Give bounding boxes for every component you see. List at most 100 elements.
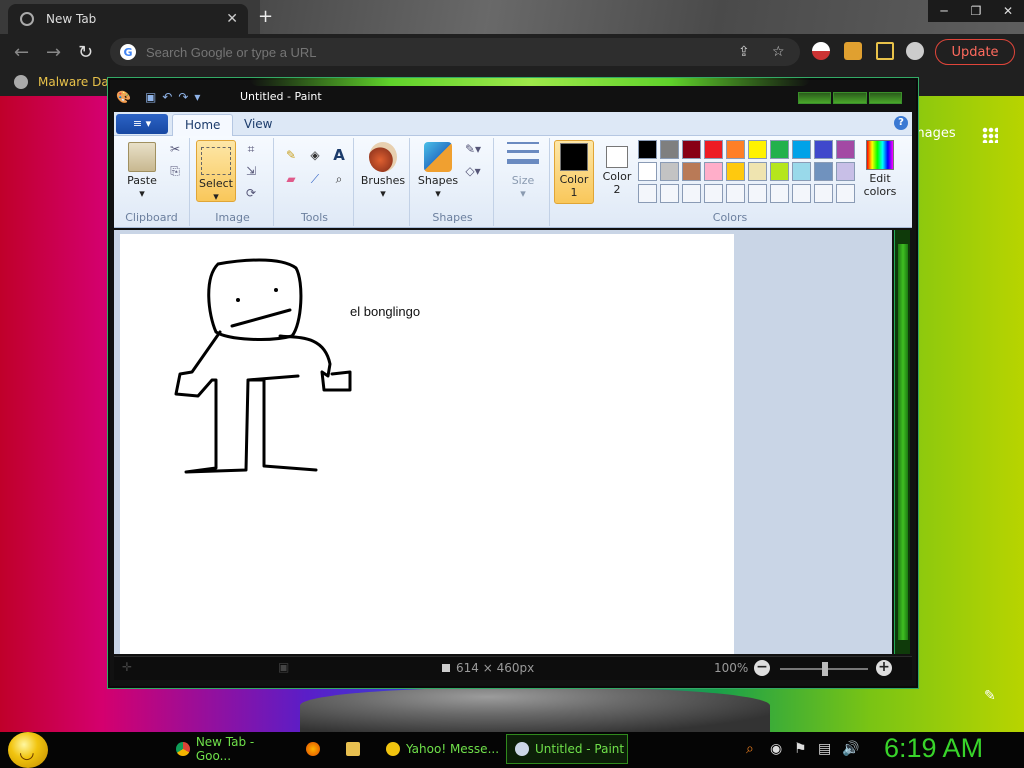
task-paint[interactable]: Untitled - Paint (506, 734, 628, 764)
paste-button[interactable]: Paste ▾ (122, 142, 162, 200)
paint-maximize-button[interactable] (833, 92, 867, 104)
palette-swatch[interactable] (660, 162, 679, 181)
apps-grid-icon[interactable] (982, 127, 998, 143)
start-button[interactable] (8, 732, 48, 768)
side-panel-icon[interactable] (876, 42, 894, 60)
fill-icon[interactable]: ◈ (306, 148, 324, 164)
taskbar-clock[interactable]: 6:19 AM (884, 733, 983, 764)
close-tab-icon[interactable]: ✕ (226, 11, 238, 27)
network-icon[interactable]: ▤ (818, 741, 831, 757)
action-center-flag-icon[interactable]: ⚑ (794, 741, 807, 757)
select-button[interactable]: Select ▾ (196, 140, 236, 203)
custom-palette-slot[interactable] (726, 184, 745, 203)
restore-icon[interactable]: ❐ (960, 0, 992, 22)
color-picker-icon[interactable]: ⟋ (306, 172, 324, 188)
custom-palette-slot[interactable] (770, 184, 789, 203)
forward-arrow-icon[interactable]: → (46, 42, 61, 63)
crop-icon[interactable]: ⌗ (242, 142, 260, 158)
drawing-canvas[interactable]: el bonglingo (120, 234, 734, 654)
palette-swatch[interactable] (704, 162, 723, 181)
color1-button[interactable]: Color 1 (554, 140, 594, 204)
palette-swatch[interactable] (836, 140, 855, 159)
palette-swatch[interactable] (682, 140, 701, 159)
palette-swatch[interactable] (638, 140, 657, 159)
paint-close-button[interactable] (868, 92, 902, 104)
new-tab-button[interactable]: + (258, 6, 273, 27)
copy-icon[interactable]: ⎘ (166, 164, 184, 180)
size-button[interactable]: Size ▾ (500, 142, 546, 200)
images-link[interactable]: mages (912, 126, 956, 141)
back-arrow-icon[interactable]: ← (14, 42, 29, 63)
shape-fill-icon[interactable]: ◇▾ (464, 164, 482, 180)
edit-colors-button[interactable]: Edit colors (858, 140, 902, 198)
palette-swatch[interactable] (836, 162, 855, 181)
palette-swatch[interactable] (748, 140, 767, 159)
custom-palette-slot[interactable] (748, 184, 767, 203)
rotate-icon[interactable]: ⟳ (242, 186, 260, 202)
custom-palette-slot[interactable] (792, 184, 811, 203)
minimize-icon[interactable]: ─ (928, 0, 960, 22)
omnibox[interactable]: G ⇪ ☆ (110, 38, 800, 66)
palette-swatch[interactable] (638, 162, 657, 181)
zoom-in-button[interactable]: + (876, 660, 892, 676)
palette-swatch[interactable] (726, 140, 745, 159)
paint-minimize-button[interactable] (798, 92, 832, 104)
bookmark-star-icon[interactable]: ☆ (772, 44, 785, 60)
cut-icon[interactable]: ✂ (166, 142, 184, 158)
bookmark-malware[interactable]: Malware Dat (14, 75, 113, 89)
help-icon[interactable]: ? (894, 116, 908, 130)
scrollbar-thumb[interactable] (898, 244, 908, 640)
profile-avatar-icon[interactable] (906, 42, 924, 60)
quick-access-dropdown-icon[interactable]: ▾ (194, 90, 200, 104)
file-menu-button[interactable]: ≡ ▾ (116, 114, 168, 134)
task-explorer[interactable] (338, 734, 372, 764)
palette-swatch[interactable] (770, 162, 789, 181)
color2-button[interactable]: Color 2 (598, 140, 636, 204)
palette-swatch[interactable] (770, 140, 789, 159)
custom-palette-slot[interactable] (660, 184, 679, 203)
palette-swatch[interactable] (704, 140, 723, 159)
volume-icon[interactable]: 🔊 (842, 741, 859, 757)
search-icon[interactable]: ⌕ (746, 741, 754, 757)
palette-swatch[interactable] (792, 162, 811, 181)
text-icon[interactable]: A (330, 146, 348, 164)
tab-view[interactable]: View (232, 114, 284, 136)
pencil-icon[interactable]: ✎ (282, 148, 300, 164)
close-window-icon[interactable]: ✕ (992, 0, 1024, 22)
save-icon[interactable]: ▣ (145, 90, 156, 104)
palette-swatch[interactable] (814, 162, 833, 181)
eraser-icon[interactable]: ▰ (282, 172, 300, 188)
browser-tab-new-tab[interactable]: New Tab ✕ (8, 4, 248, 34)
custom-palette-slot[interactable] (814, 184, 833, 203)
extension-icon[interactable] (812, 42, 830, 60)
task-yahoo-messenger[interactable]: Yahoo! Messe... (378, 734, 502, 764)
palette-swatch[interactable] (660, 140, 679, 159)
custom-palette-slot[interactable] (682, 184, 701, 203)
magnifier-icon[interactable]: ⌕ (330, 172, 348, 188)
puzzle-extensions-icon[interactable] (844, 42, 862, 60)
share-icon[interactable]: ⇪ (738, 44, 750, 60)
task-firefox[interactable] (298, 734, 332, 764)
messenger-tray-icon[interactable]: ◉ (770, 741, 782, 757)
redo-icon[interactable]: ↷ (178, 90, 188, 104)
custom-palette-slot[interactable] (704, 184, 723, 203)
omnibox-input[interactable] (146, 44, 706, 60)
resize-icon[interactable]: ⇲ (242, 164, 260, 180)
paint-app-icon[interactable]: 🎨 (116, 90, 131, 104)
undo-icon[interactable]: ↶ (162, 90, 172, 104)
reload-icon[interactable]: ↻ (78, 42, 93, 63)
task-chrome[interactable]: New Tab - Goo... (168, 734, 292, 764)
outline-icon[interactable]: ✎▾ (464, 142, 482, 158)
vertical-scrollbar[interactable] (894, 230, 910, 654)
custom-palette-slot[interactable] (638, 184, 657, 203)
brushes-button[interactable]: Brushes ▾ (360, 142, 406, 200)
palette-swatch[interactable] (792, 140, 811, 159)
palette-swatch[interactable] (682, 162, 701, 181)
custom-palette-slot[interactable] (836, 184, 855, 203)
customize-pencil-icon[interactable]: ✎ (984, 688, 996, 704)
palette-swatch[interactable] (726, 162, 745, 181)
palette-swatch[interactable] (814, 140, 833, 159)
palette-swatch[interactable] (748, 162, 767, 181)
update-button[interactable]: Update (935, 39, 1015, 65)
shapes-button[interactable]: Shapes ▾ (416, 142, 460, 200)
